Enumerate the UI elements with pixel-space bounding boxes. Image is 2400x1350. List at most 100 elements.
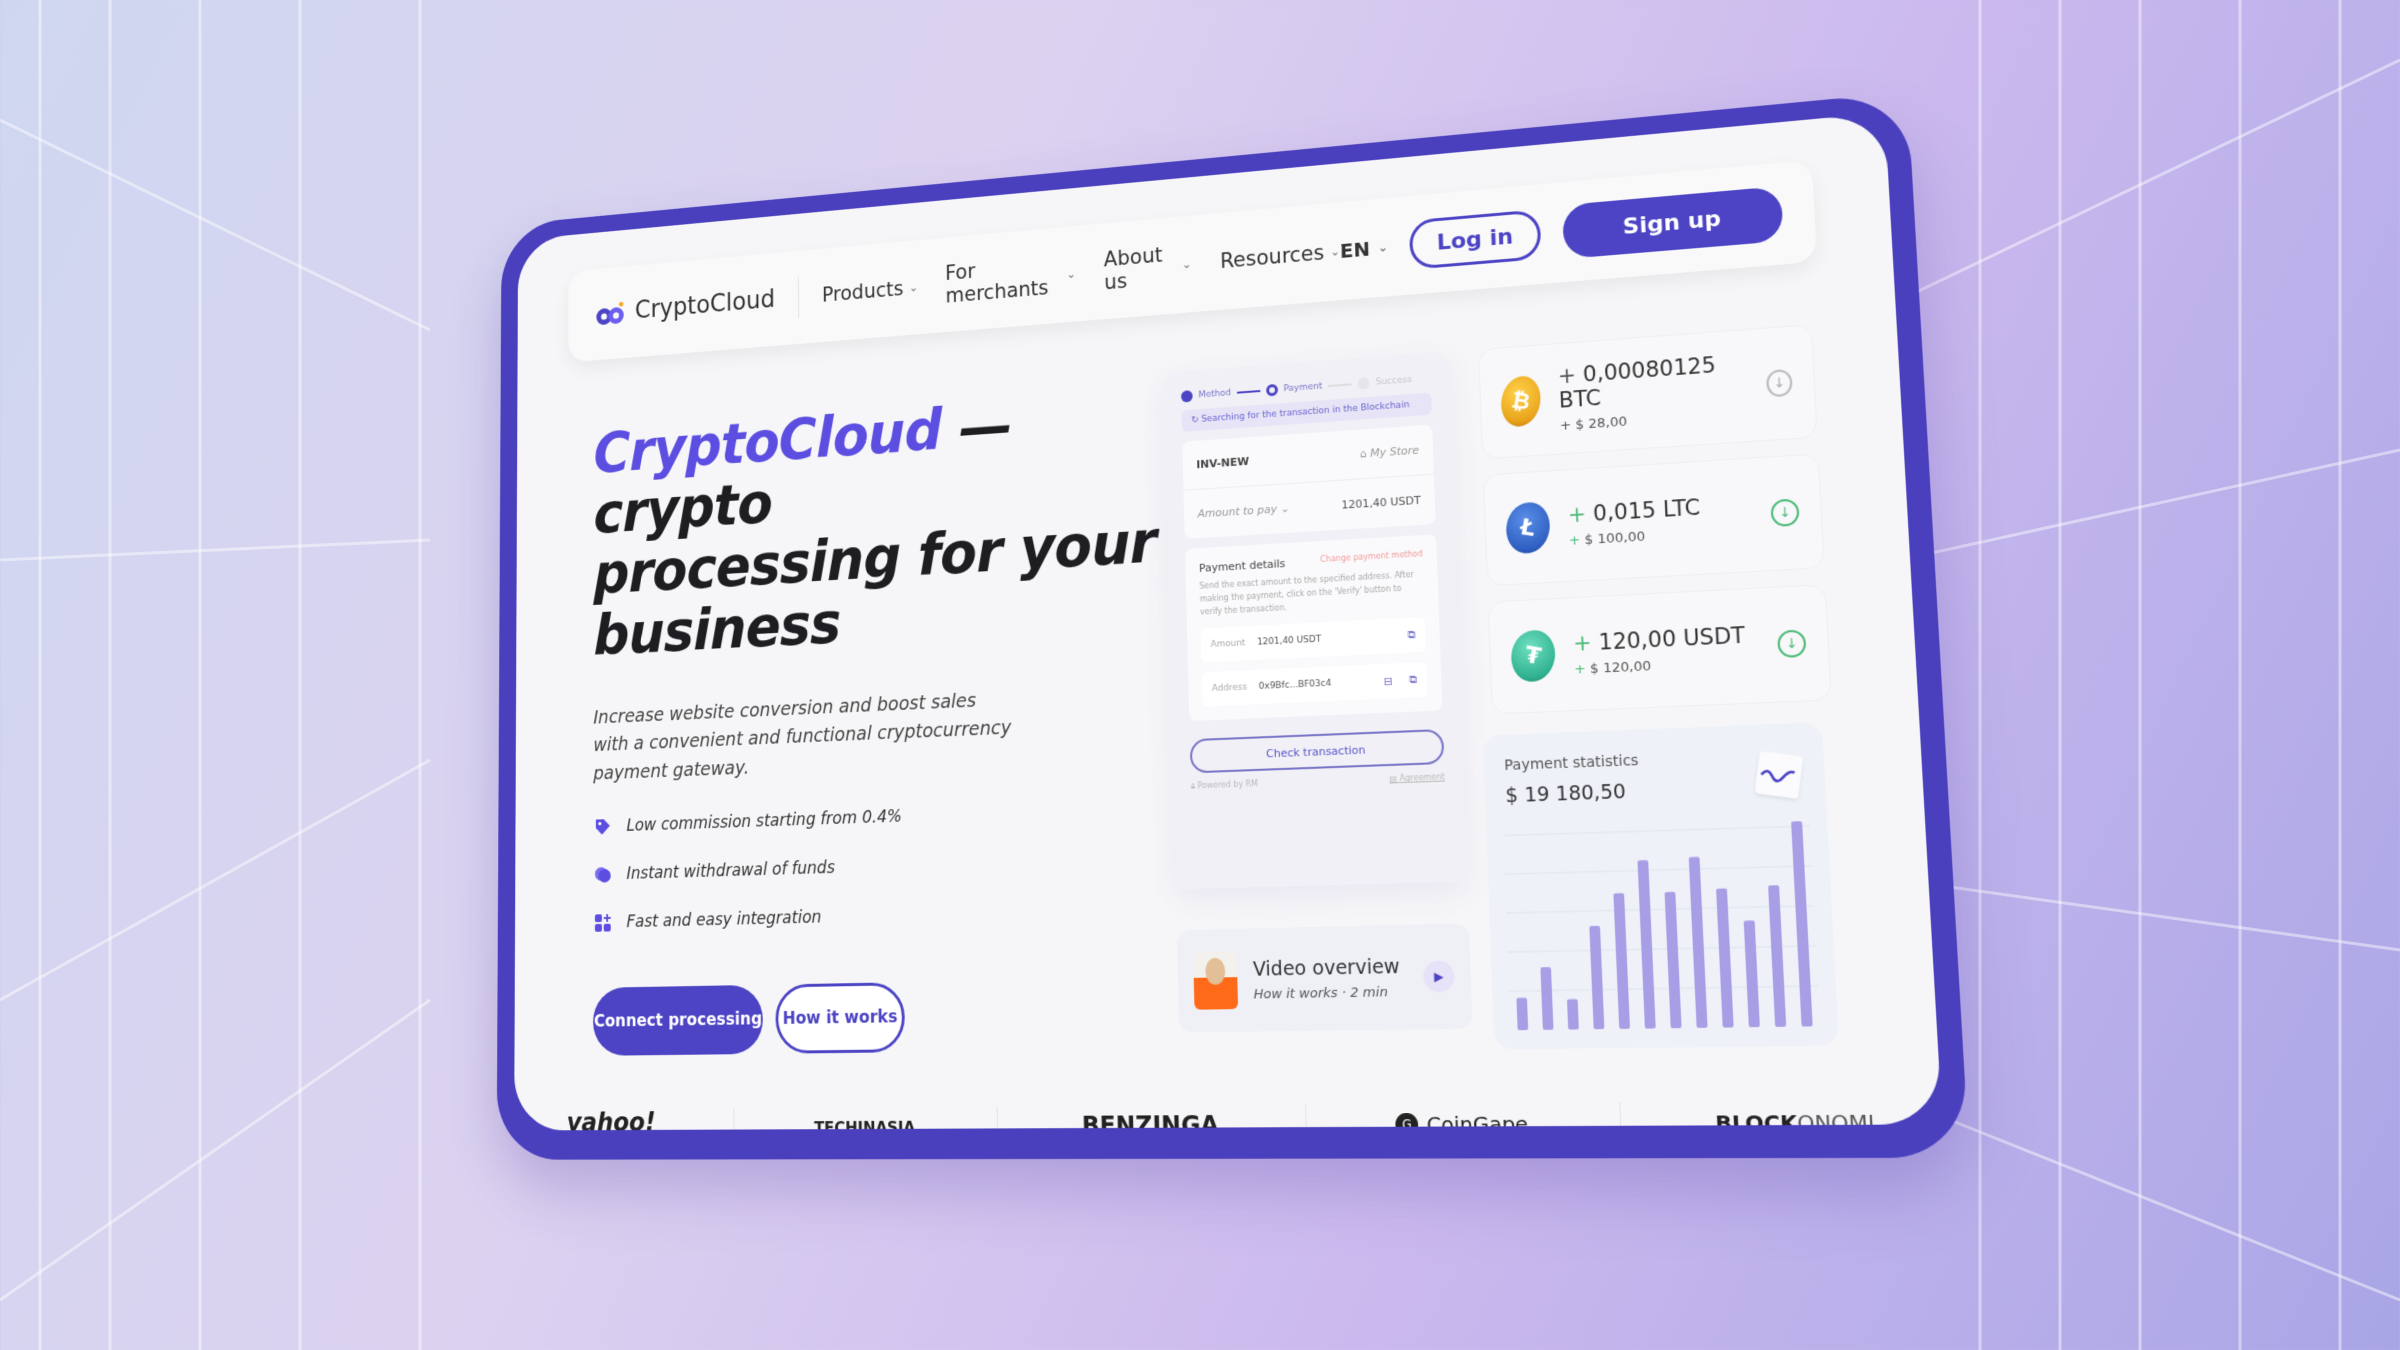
chart-bar — [1589, 925, 1605, 1030]
amount-label: Amount to pay — [1197, 502, 1278, 521]
qr-code-icon[interactable]: ⊟ — [1383, 675, 1393, 689]
step-payment: Payment — [1283, 381, 1323, 395]
feature-item: Instant withdrawal of funds — [593, 847, 1165, 886]
step-success: Success — [1375, 374, 1413, 388]
nav-for-merchants[interactable]: For merchants ⌄ — [945, 251, 1076, 308]
hero-title-line3: business — [593, 590, 841, 668]
litecoin-coin-icon: Ł — [1502, 499, 1554, 557]
chart-gridline — [1509, 986, 1818, 991]
language-selector[interactable]: EN ⌄ — [1340, 235, 1389, 263]
video-title: Video overview — [1252, 954, 1401, 981]
amount-dropdown[interactable]: Amount to pay ⌄ — [1197, 502, 1289, 521]
chart-bar — [1566, 999, 1579, 1030]
payment-details: Payment details Change payment method Se… — [1184, 534, 1443, 722]
step-active-icon — [1265, 383, 1278, 397]
amount-value: 1201,40 USDT — [1341, 493, 1421, 512]
cloud-logo-icon — [596, 301, 624, 326]
chart-bar — [1540, 967, 1554, 1030]
download-arrow-icon: ↓ — [1765, 368, 1793, 398]
agreement-link[interactable]: Agreement — [1399, 773, 1445, 784]
chevron-down-icon: ⌄ — [908, 280, 919, 295]
transaction-usd: $ 100,00 — [1584, 528, 1646, 548]
chevron-down-icon: ⌄ — [1066, 266, 1077, 282]
invoice-preview: Method Payment Success ↻ Searching for t… — [1163, 351, 1468, 890]
nav-about-us[interactable]: About us ⌄ — [1103, 241, 1192, 295]
transaction-amount: 0,00080125 BTC — [1558, 352, 1717, 413]
play-icon[interactable]: ▶ — [1422, 960, 1455, 993]
logo-divider — [733, 1107, 735, 1131]
chart-bar — [1791, 821, 1813, 1027]
payment-details-title: Payment details — [1198, 557, 1286, 575]
chevron-down-icon: ⌄ — [1377, 240, 1389, 255]
tag-icon — [595, 819, 610, 835]
logo-divider — [1619, 1102, 1623, 1131]
chevron-down-icon: ⌄ — [1181, 257, 1192, 272]
copy-icon[interactable]: ⧉ — [1409, 673, 1417, 688]
transaction-card: ₿ + 0,00080125 BTC + $ 28,00 ↓ — [1477, 323, 1818, 460]
chart-gridline — [1504, 866, 1812, 874]
feature-label: Low commission starting from 0.4% — [626, 806, 902, 836]
feature-item: Low commission starting from 0.4% — [593, 797, 1164, 838]
check-transaction-button[interactable]: Check transaction — [1189, 729, 1445, 774]
chart-bar — [1516, 997, 1529, 1031]
brand-name: CryptoCloud — [634, 285, 776, 325]
stats-bar-chart — [1502, 810, 1820, 1031]
chart-bar — [1716, 888, 1734, 1028]
invoice-summary: INV-NEW ⌂ My Store Amount to pay ⌄ 1201,… — [1182, 424, 1436, 540]
chart-bar — [1637, 860, 1656, 1029]
hero-section: CryptoCloud — crypto processing for your… — [593, 383, 1170, 1056]
invoice-id: INV-NEW — [1196, 454, 1250, 472]
logo-blockonomi: BLOCKONOMI — [1714, 1109, 1876, 1131]
logo-coingape: G CoinGape — [1395, 1111, 1529, 1131]
transaction-usd: $ 28,00 — [1575, 413, 1628, 433]
payment-details-description: Send the exact amount to the specified a… — [1199, 569, 1415, 617]
tablet-frame: CryptoCloud Products ⌄ For merchants ⌄ Abo… — [496, 91, 1970, 1160]
login-button[interactable]: Log in — [1408, 209, 1542, 270]
step-connector — [1328, 383, 1352, 388]
nav-merchants-label: For merchants — [945, 259, 1049, 308]
address-field: Address 0x9Bfc...BF03c4 ⊟ ⧉ — [1201, 662, 1428, 707]
chart-bar — [1613, 893, 1631, 1029]
change-method-link[interactable]: Change payment method — [1320, 549, 1423, 568]
document-icon: ▤ — [1389, 774, 1400, 784]
brand-logo[interactable]: CryptoCloud — [594, 285, 775, 328]
nav-resources-label: Resources — [1219, 240, 1325, 273]
transaction-usd: $ 120,00 — [1589, 658, 1652, 677]
nav-resources[interactable]: Resources ⌄ — [1220, 228, 1341, 285]
nav-products[interactable]: Products ⌄ — [822, 265, 918, 318]
chevron-down-icon: ⌄ — [1280, 501, 1290, 516]
nav-divider — [797, 276, 800, 318]
amount-field-value: 1201,40 USDT — [1256, 634, 1322, 649]
step-complete-icon — [1180, 390, 1193, 403]
nav-products-label: Products — [821, 277, 904, 307]
coingape-text: CoinGape — [1426, 1111, 1529, 1131]
how-it-works-button[interactable]: How it works — [775, 982, 906, 1054]
transaction-amount: 0,015 LTC — [1592, 494, 1701, 526]
download-arrow-icon: ↓ — [1776, 629, 1807, 659]
step-method: Method — [1198, 388, 1232, 401]
connect-processing-button[interactable]: Connect processing — [593, 984, 764, 1056]
search-status-text: Searching for the transaction in the Blo… — [1201, 400, 1410, 425]
feature-list: Low commission starting from 0.4% Instan… — [593, 797, 1167, 934]
download-arrow-icon: ↓ — [1770, 498, 1800, 528]
chart-gridline — [1503, 826, 1810, 835]
copy-icon[interactable]: ⧉ — [1407, 628, 1415, 643]
store-icon: ⌂ — [1359, 446, 1371, 461]
website-screen: CryptoCloud Products ⌄ For merchants ⌄ Abo… — [514, 112, 1943, 1131]
amount-field-label: Amount — [1210, 638, 1246, 651]
nav-about-label: About us — [1103, 243, 1163, 295]
transaction-card: Ł + 0,015 LTC + $ 100,00 ↓ — [1482, 453, 1825, 587]
logo-yahoo-finance: yahoo!finance — [566, 1107, 656, 1131]
chart-bar — [1688, 856, 1708, 1028]
video-overview-card[interactable]: Video overview How it works · 2 min ▶ — [1176, 923, 1473, 1033]
presenter-thumbnail — [1193, 951, 1239, 1010]
feature-item: Fast and easy integration — [593, 898, 1167, 934]
top-navigation: CryptoCloud Products ⌄ For merchants ⌄ Abo… — [568, 159, 1818, 363]
step-pending-icon — [1357, 377, 1370, 390]
signup-button[interactable]: Sign up — [1561, 186, 1784, 260]
powered-by-brand: RM — [1245, 779, 1259, 790]
chart-bar — [1664, 891, 1682, 1029]
chart-gridline — [1507, 946, 1816, 952]
address-field-value: 0x9Bfc...BF03c4 — [1258, 678, 1332, 693]
step-connector — [1236, 390, 1261, 394]
